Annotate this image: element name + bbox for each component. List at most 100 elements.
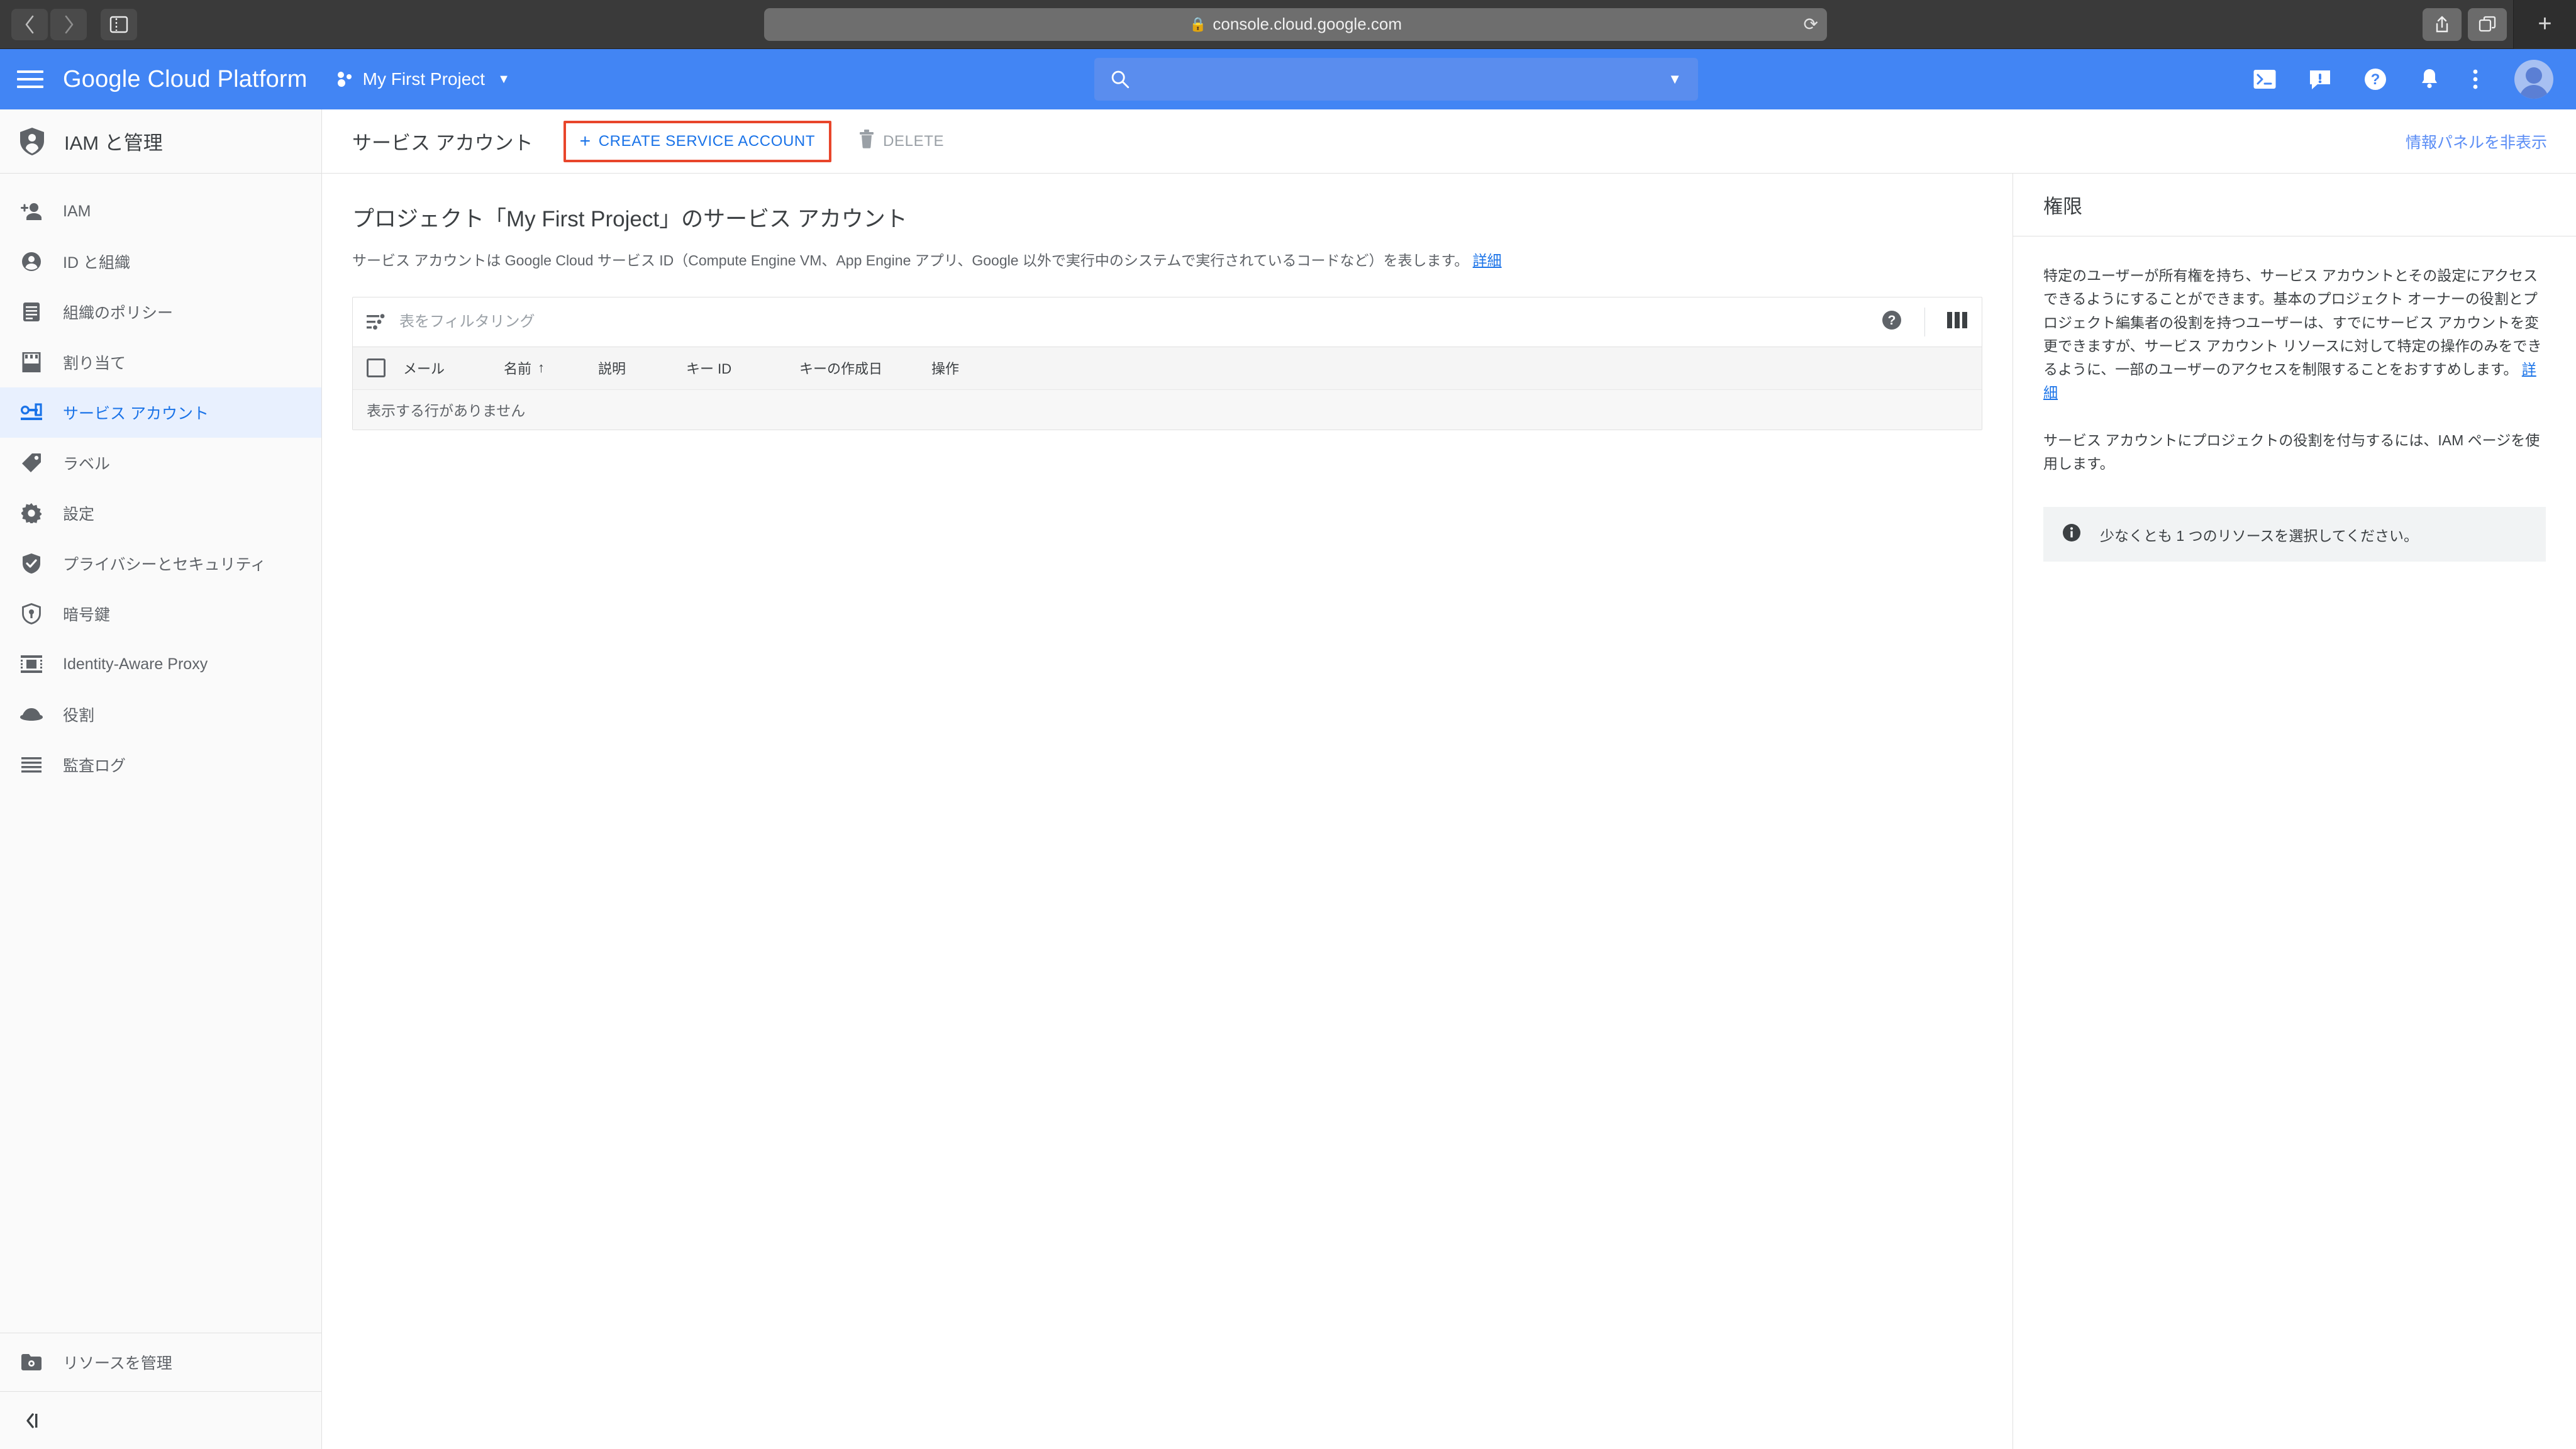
sidebar-item-iap[interactable]: Identity-Aware Proxy [0, 639, 321, 689]
sidebar-item-label: 役割 [63, 707, 95, 724]
service-accounts-table-card: ? [352, 296, 1982, 430]
gcp-header: Google Cloud Platform My First Project ▼… [0, 49, 2576, 109]
tabs-overview-icon[interactable] [2468, 8, 2507, 41]
back-chevron-icon[interactable] [11, 8, 48, 40]
info-notice-text: 少なくとも 1 つのリソースを選択してください。 [2100, 527, 2419, 544]
create-service-account-label: CREATE SERVICE ACCOUNT [598, 132, 816, 150]
hide-info-panel-button[interactable]: 情報パネルを非表示 [2406, 130, 2547, 153]
table-filter-bar: ? [353, 297, 1982, 347]
info-panel-body: 特定のユーザーが所有権を持ち、サービス アカウントとその設定にアクセスできるよう… [2013, 236, 2576, 562]
filter-list-icon[interactable] [367, 313, 386, 330]
roles-hat-icon [19, 707, 44, 722]
table-filter-input[interactable] [399, 313, 1880, 331]
share-icon[interactable] [2423, 8, 2462, 41]
label-tag-icon [19, 453, 44, 473]
column-label: キーの作成日 [799, 361, 883, 377]
sidebar-item-service-accounts[interactable]: サービス アカウント [0, 387, 321, 438]
user-avatar[interactable] [2514, 60, 2553, 99]
person-add-icon [19, 202, 44, 221]
create-service-account-button[interactable]: + CREATE SERVICE ACCOUNT [563, 120, 832, 162]
table-column-header[interactable]: 名前 ↑ [504, 358, 598, 378]
table-column-header[interactable]: 操作 [931, 358, 959, 378]
column-label: 名前 [504, 361, 532, 377]
sidebar-item-roles[interactable]: 役割 [0, 689, 321, 740]
table-column-header[interactable]: メール [403, 358, 504, 378]
select-all-checkbox[interactable] [367, 358, 386, 377]
delete-button[interactable]: DELETE [859, 130, 944, 153]
sidebar-header: IAM と管理 [0, 109, 321, 174]
hamburger-menu-icon[interactable] [0, 49, 60, 109]
content-description: サービス アカウントは Google Cloud サービス ID（Compute… [352, 250, 2012, 272]
more-vert-icon[interactable] [2472, 67, 2479, 91]
table-column-header[interactable]: キー ID [686, 358, 799, 378]
sidebar-item-label: 監査ログ [63, 757, 126, 775]
sidebar-item-audit-logs[interactable]: 監査ログ [0, 740, 321, 790]
lock-icon: 🔒 [1189, 16, 1207, 32]
shield-check-icon [19, 553, 44, 574]
sidebar-item-manage-resources[interactable]: リソースを管理 [0, 1333, 321, 1391]
table-column-header[interactable]: 説明 [598, 358, 686, 378]
account-circle-icon [19, 252, 44, 272]
shield-person-icon [20, 127, 44, 155]
trash-icon [859, 130, 874, 153]
sidebar-item-label: 組織のポリシー [63, 304, 174, 322]
sort-arrow-icon: ↑ [538, 360, 545, 375]
sidebar: IAM と管理 IAM ID と組織 組織のポリシー 割り当て サービス アカウ… [0, 109, 322, 1449]
help-icon[interactable]: ? [2363, 67, 2387, 91]
sidebar-item-settings[interactable]: 設定 [0, 488, 321, 538]
sidebar-title-label: IAM と管理 [64, 132, 163, 154]
table-column-header[interactable]: キーの作成日 [799, 358, 931, 378]
sidebar-item-label: ラベル [63, 455, 111, 473]
browser-right-buttons: + [2423, 0, 2576, 49]
document-lines-icon [19, 302, 44, 322]
sidebar-item-label: リソースを管理 [63, 1355, 172, 1372]
sidebar-item-privacy-security[interactable]: プライバシーとセキュリティ [0, 538, 321, 589]
info-panel: 権限 特定のユーザーが所有権を持ち、サービス アカウントとその設定にアクセスでき… [2012, 174, 2576, 1449]
reload-icon[interactable]: ⟳ [1804, 15, 1818, 33]
collapse-panel-icon[interactable] [0, 1391, 321, 1449]
column-label: メール [403, 361, 445, 377]
sidebar-item-identity-org[interactable]: ID と組織 [0, 236, 321, 287]
sidebar-item-org-policy[interactable]: 組織のポリシー [0, 287, 321, 337]
gear-icon [19, 503, 44, 523]
project-name: My First Project [362, 69, 486, 89]
sidebar-item-label: プライバシーとセキュリティ [63, 556, 267, 574]
key-card-icon [19, 403, 44, 422]
search-icon [1111, 70, 1130, 89]
folder-settings-icon [19, 1353, 44, 1371]
info-paragraph-1-text: 特定のユーザーが所有権を持ち、サービス アカウントとその設定にアクセスできるよう… [2043, 267, 2542, 377]
page-title: サービス アカウント [352, 132, 533, 154]
cloud-shell-icon[interactable] [2253, 69, 2277, 90]
search-box[interactable]: ▼ [1094, 58, 1698, 101]
sidebar-item-label: 設定 [63, 506, 95, 523]
help-circle-icon[interactable]: ? [1880, 309, 1903, 335]
sidebar-toggle-icon[interactable] [101, 8, 137, 40]
browser-nav-buttons [0, 8, 137, 40]
sidebar-item-labels[interactable]: ラベル [0, 438, 321, 488]
sidebar-nav-list: IAM ID と組織 組織のポリシー 割り当て サービス アカウント ラベル 設… [0, 174, 321, 1333]
table-header-row: メール 名前 ↑ 説明 キー ID キーの作成日 操作 [353, 346, 1982, 389]
column-label: 説明 [598, 361, 626, 377]
search-dropdown-caret[interactable]: ▼ [1668, 71, 1682, 87]
info-icon [2062, 523, 2081, 545]
column-label: キー ID [686, 361, 732, 377]
sidebar-item-crypto-keys[interactable]: 暗号鍵 [0, 589, 321, 639]
forward-chevron-icon[interactable] [50, 8, 87, 40]
column-label: 操作 [931, 361, 960, 377]
feedback-icon[interactable] [2308, 68, 2332, 91]
audit-log-lines-icon [19, 757, 44, 773]
column-settings-icon[interactable] [1946, 311, 1968, 333]
browser-chrome: 🔒 console.cloud.google.com ⟳ + [0, 0, 2576, 49]
url-bar[interactable]: 🔒 console.cloud.google.com ⟳ [764, 8, 1827, 41]
info-paragraph-1: 特定のユーザーが所有権を持ち、サービス アカウントとその設定にアクセスできるよう… [2043, 264, 2546, 405]
filter-divider [1924, 307, 1925, 336]
project-selector[interactable]: My First Project ▼ [335, 69, 510, 89]
sidebar-item-quotas[interactable]: 割り当て [0, 337, 321, 387]
sidebar-item-iam[interactable]: IAM [0, 186, 321, 236]
table-empty-message: 表示する行がありません [353, 389, 1982, 430]
main-area: サービス アカウント + CREATE SERVICE ACCOUNT DELE… [322, 109, 2576, 1449]
new-tab-button[interactable]: + [2513, 0, 2576, 49]
content-description-link[interactable]: 詳細 [1473, 252, 1502, 269]
brand-title[interactable]: Google Cloud Platform [60, 66, 308, 93]
notifications-bell-icon[interactable] [2419, 67, 2440, 91]
